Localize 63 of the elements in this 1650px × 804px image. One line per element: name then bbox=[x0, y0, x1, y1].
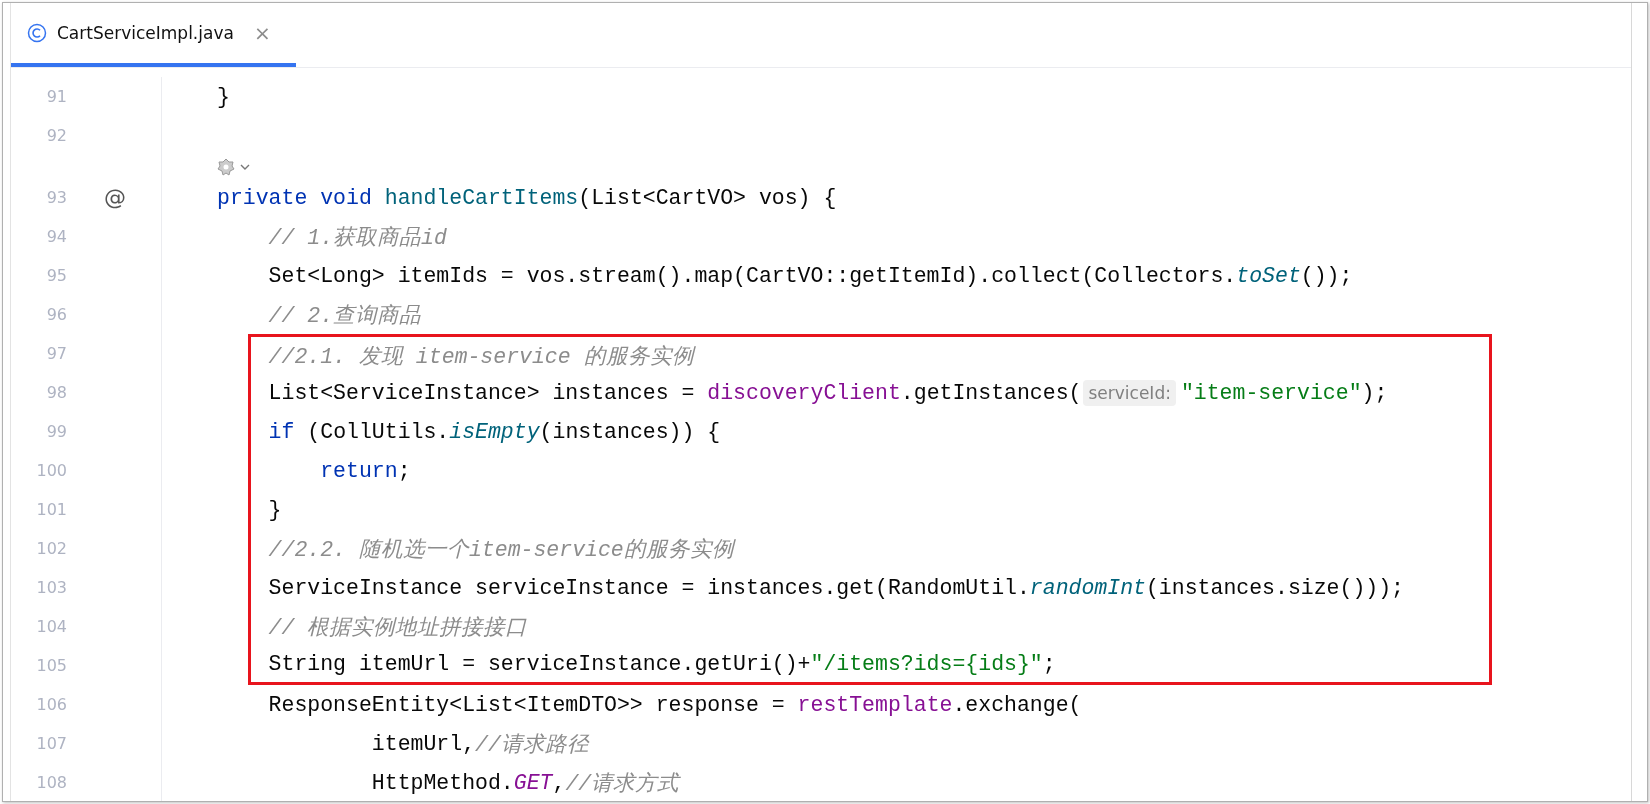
keyword: if bbox=[268, 419, 296, 444]
line-number: 107 bbox=[35, 734, 67, 753]
line-number: 97 bbox=[45, 344, 67, 363]
code-comment: //2.2. 随机选一个item-service的服务实例 bbox=[268, 537, 734, 563]
code-text: .exchange( bbox=[952, 692, 1082, 717]
string-literal: "item-service" bbox=[1180, 380, 1362, 405]
code-text: HttpMethod. bbox=[371, 770, 514, 795]
line-number: 108 bbox=[35, 773, 67, 792]
code-text: (List<CartVO> vos) { bbox=[578, 185, 837, 210]
code-comment: //请求方式 bbox=[565, 771, 680, 797]
static-method: isEmpty bbox=[449, 419, 540, 444]
string-literal: "/items?ids={ids}" bbox=[810, 652, 1043, 676]
line-number: 91 bbox=[45, 87, 67, 106]
code-comment: //请求路径 bbox=[475, 732, 589, 758]
code-text: (instances.size())); bbox=[1145, 575, 1404, 600]
line-number: 100 bbox=[35, 461, 67, 480]
code-text: (CollUtils. bbox=[307, 419, 450, 444]
code-text: ); bbox=[1361, 380, 1388, 405]
code-comment: // 2.查询商品 bbox=[268, 303, 422, 329]
static-method: toSet bbox=[1236, 263, 1301, 288]
code-text: ServiceInstance serviceInstance = instances.get(RandomUtil. bbox=[268, 575, 1030, 600]
line-number: 94 bbox=[45, 227, 67, 246]
line-number: 106 bbox=[35, 695, 67, 714]
line-number: 99 bbox=[45, 422, 67, 441]
parameter-hint: serviceId: bbox=[1083, 379, 1176, 406]
code-comment: // 1.获取商品id bbox=[268, 225, 447, 251]
code-text: } bbox=[217, 84, 230, 109]
code-text: (instances)) { bbox=[539, 419, 721, 444]
code-comment: // 根据实例地址拼接接口 bbox=[268, 615, 528, 641]
code-text: ; bbox=[1042, 652, 1056, 676]
static-method: randomInt bbox=[1029, 575, 1146, 600]
keyword: return bbox=[320, 458, 398, 483]
code-text: , bbox=[552, 770, 566, 795]
line-number: 92 bbox=[45, 126, 67, 145]
keyword: private void bbox=[217, 185, 373, 210]
class-icon bbox=[27, 23, 47, 43]
field-name: restTemplate bbox=[797, 692, 953, 717]
code-text: itemUrl, bbox=[371, 731, 476, 756]
code-comment: //2.1. 发现 item-service 的服务实例 bbox=[268, 343, 694, 370]
code-text: .getInstances( bbox=[900, 380, 1082, 405]
code-text: ()); bbox=[1300, 263, 1353, 288]
implementation-marker[interactable]: @ bbox=[104, 185, 126, 210]
line-number: 103 bbox=[35, 578, 67, 597]
line-number: 96 bbox=[45, 305, 67, 324]
line-number: 98 bbox=[45, 383, 67, 402]
editor-tab[interactable]: CartServiceImpl.java × bbox=[11, 3, 296, 67]
line-number: 102 bbox=[35, 539, 67, 558]
code-text: String itemUrl = serviceInstance.getUri()+ bbox=[268, 652, 811, 676]
code-text: } bbox=[268, 497, 282, 522]
close-icon[interactable]: × bbox=[253, 21, 271, 45]
line-number: 105 bbox=[35, 656, 67, 675]
code-text: ResponseEntity<List<ItemDTO>> response = bbox=[268, 692, 786, 717]
enum-constant: GET bbox=[513, 770, 553, 795]
line-number: 104 bbox=[35, 617, 67, 636]
tab-label: CartServiceImpl.java bbox=[57, 23, 234, 43]
code-text: List<ServiceInstance> instances = bbox=[268, 380, 696, 405]
line-number: 101 bbox=[35, 500, 67, 519]
line-number: 95 bbox=[45, 266, 67, 285]
field-name: discoveryClient bbox=[707, 380, 901, 405]
code-text: Set<Long> itemIds = vos.stream().map(CartVO::getItemId).collect(Collectors. bbox=[268, 263, 1237, 288]
line-number: 93 bbox=[45, 188, 67, 207]
method-name: handleCartItems bbox=[384, 185, 579, 210]
code-text: ; bbox=[397, 458, 411, 483]
